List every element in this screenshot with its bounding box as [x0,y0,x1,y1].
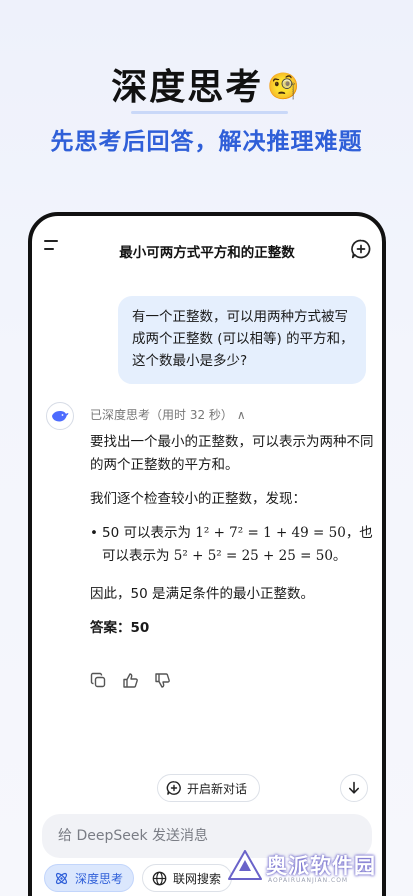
monocle-face-icon: 🧐 [267,72,302,102]
thumbs-down-icon[interactable] [154,672,171,689]
deepseek-avatar [46,402,74,430]
scroll-down-button[interactable] [340,774,368,802]
promo-subtitle: 先思考后回答，解决推理难题 [50,129,363,155]
watermark-logo-icon [228,850,262,880]
assistant-answer: 要找出一个最小的正整数，可以表示为两种不同的两个正整数的平方和。 我们逐个检查较… [90,431,374,651]
thumbs-up-icon[interactable] [122,672,139,689]
promo-title: 深度思考 🧐 [0,58,413,110]
math-expression: 5² + 5² = 25 + 25 = 50 [173,548,333,564]
web-search-label: 联网搜索 [173,871,222,886]
chat-title: 最小可两方式平方和的正整数 [119,245,295,261]
answer-paragraph: 因此，50 是满足条件的最小正整数。 [90,586,314,602]
promo-title-text: 深度思考 [111,67,264,108]
web-search-toggle[interactable]: 联网搜索 [142,864,233,892]
watermark-text: 奥派软件园 [266,854,376,878]
new-chat-icon[interactable] [350,238,372,260]
chat-header: 最小可两方式平方和的正整数 [32,216,382,276]
globe-icon [152,871,167,885]
new-chat-button[interactable]: 开启新对话 [157,774,261,802]
message-actions [90,672,171,689]
new-chat-icon [166,781,181,795]
thinking-status-text: 已深度思考（用时 32 秒） [90,408,233,422]
toggle-row: 深度思考 联网搜索 [44,864,233,892]
deep-think-toggle[interactable]: 深度思考 [44,864,135,892]
bullet-text: 50 可以表示为 1² + 7² = 1 + 49 = 50，也可以表示为 5²… [102,525,373,564]
copy-icon[interactable] [90,672,107,689]
watermark-url: AOPAIRUANJIAN.COM [268,877,349,884]
bullet-dot: • [90,525,98,541]
answer-bullet: • 50 可以表示为 1² + 7² = 1 + 49 = 50，也可以表示为 … [90,522,374,568]
answer-paragraph: 要找出一个最小的正整数，可以表示为两种不同的两个正整数的平方和。 [90,434,374,473]
deep-think-label: 深度思考 [75,871,124,886]
thinking-status-toggle[interactable]: 已深度思考（用时 32 秒） ∧ [90,406,246,423]
atom-icon [55,872,68,884]
chevron-up-icon: ∧ [236,408,246,422]
answer-paragraph: 我们逐个检查较小的正整数，发现： [90,491,306,507]
arrow-down-icon [349,781,359,794]
phone-frame: 最小可两方式平方和的正整数 有一个正整数，可以用两种方式被写成两个正整数 (可以… [28,212,386,896]
final-answer: 答案：50 [90,620,150,636]
whale-logo-icon [52,411,69,422]
new-chat-label: 开启新对话 [187,781,248,796]
math-expression: 1² + 7² = 1 + 49 = 50 [195,525,346,541]
site-watermark: 奥派软件园 AOPAIRUANJIAN.COM [228,850,376,884]
user-message-bubble: 有一个正整数，可以用两种方式被写成两个正整数 (可以相等) 的平方和，这个数最小… [118,296,366,384]
title-underline [131,111,288,114]
